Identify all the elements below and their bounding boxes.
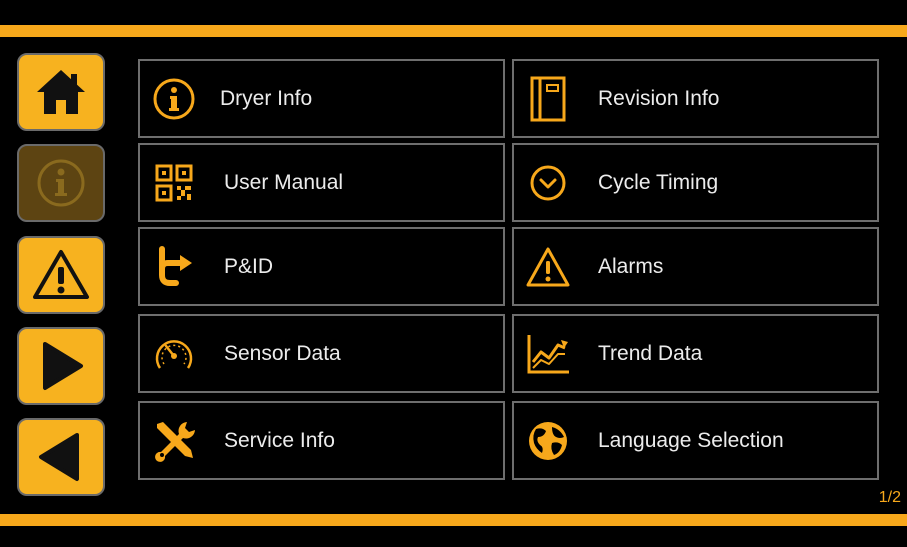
user-manual-tile[interactable]: User Manual — [138, 143, 505, 222]
alarms-shortcut-button[interactable] — [17, 236, 105, 314]
language-selection-label: Language Selection — [598, 428, 784, 452]
previous-page-button[interactable] — [17, 418, 105, 496]
sensor-data-tile[interactable]: Sensor Data — [138, 314, 505, 393]
alarms-tile[interactable]: Alarms — [512, 227, 879, 306]
pid-label: P&ID — [224, 254, 274, 278]
warning-icon — [33, 250, 89, 299]
trend-data-tile[interactable]: Trend Data — [512, 314, 879, 393]
revision-info-tile[interactable]: Revision Info — [512, 59, 879, 138]
pipe-flow-icon — [150, 243, 198, 291]
service-info-tile[interactable]: Service Info — [138, 401, 505, 480]
arrow-right-icon — [43, 342, 83, 390]
tools-icon — [150, 417, 198, 465]
sensor-data-label: Sensor Data — [224, 341, 341, 365]
info-circle-icon — [150, 75, 198, 123]
revision-info-label: Revision Info — [598, 86, 720, 110]
clock-icon — [524, 159, 572, 207]
language-selection-tile[interactable]: Language Selection — [512, 401, 879, 480]
pid-tile[interactable]: P&ID — [138, 227, 505, 306]
dryer-info-label: Dryer Info — [220, 86, 313, 110]
trend-data-label: Trend Data — [598, 341, 703, 365]
trend-chart-icon — [524, 330, 572, 378]
info-icon — [37, 159, 85, 207]
cycle-timing-tile[interactable]: Cycle Timing — [512, 143, 879, 222]
page-indicator: 1/2 — [878, 489, 901, 506]
next-page-button[interactable] — [17, 327, 105, 405]
dryer-info-tile[interactable]: Dryer Info — [138, 59, 505, 138]
gauge-icon — [150, 330, 198, 378]
alarm-warning-icon — [524, 243, 572, 291]
cycle-timing-label: Cycle Timing — [598, 170, 719, 194]
alarms-label: Alarms — [598, 254, 664, 278]
qr-code-icon — [150, 159, 198, 207]
home-icon — [37, 70, 85, 114]
home-button[interactable] — [17, 53, 105, 131]
globe-icon — [524, 417, 572, 465]
top-accent-bar — [0, 25, 907, 37]
info-button — [17, 144, 105, 222]
service-info-label: Service Info — [224, 428, 335, 452]
arrow-left-icon — [39, 433, 79, 481]
user-manual-label: User Manual — [224, 170, 344, 194]
bottom-accent-bar — [0, 514, 907, 526]
notebook-icon — [524, 75, 572, 123]
